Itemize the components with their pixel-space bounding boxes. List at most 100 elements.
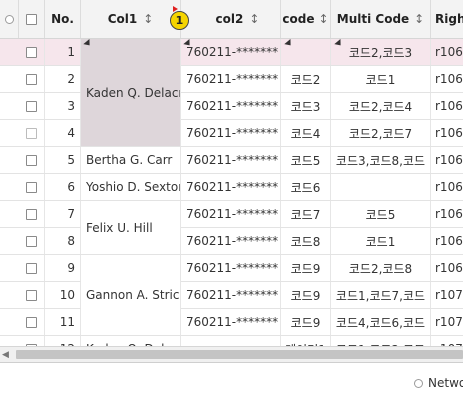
header-no[interactable]: No. <box>45 0 81 38</box>
table-row[interactable]: 5 760211-*******코드5코드3,코드8,코드r1065 <box>0 147 463 174</box>
col2-cell[interactable]: 760211-******* <box>181 201 281 227</box>
row-checkbox[interactable] <box>26 208 37 220</box>
code-cell[interactable]: 코드9 <box>281 309 331 335</box>
multi-code-cell[interactable]: 코드1 <box>331 66 431 92</box>
row-checkbox[interactable] <box>26 316 37 328</box>
col2-cell[interactable] <box>181 336 281 346</box>
multi-code-cell[interactable]: 코드2,코드8 <box>331 255 431 281</box>
header-code[interactable]: code ↕ <box>281 0 331 38</box>
code-cell[interactable]: 코드9 <box>281 282 331 308</box>
multi-code-cell[interactable]: 코드5 <box>331 201 431 227</box>
scroll-left-arrow-icon[interactable]: ◀ <box>2 350 9 360</box>
table-row[interactable]: 9 760211-*******코드9코드2,코드8r1069 <box>0 255 463 282</box>
row-checkbox[interactable] <box>26 262 37 274</box>
row-checkbox[interactable] <box>26 289 37 301</box>
table-row[interactable]: 6 760211-*******코드6 r1066 <box>0 174 463 201</box>
col1-name-cell[interactable]: Kaden Q. Delacruz <box>81 336 181 346</box>
col2-cell[interactable]: 760211-******* <box>181 255 281 281</box>
code-cell[interactable]: 데이터1 <box>281 336 331 346</box>
row-checkbox[interactable] <box>26 181 37 193</box>
multi-code-cell[interactable]: 코드1,코드2,코드 <box>331 336 431 346</box>
sort-arrows-icon[interactable]: ↕ <box>249 12 259 26</box>
multi-code-cell[interactable]: 코드4,코드6,코드 <box>331 309 431 335</box>
right-cell[interactable]: r1064 <box>431 120 463 146</box>
row-checkbox[interactable] <box>26 73 37 85</box>
table-row[interactable]: 4 760211-*******코드4코드2,코드7r1064 <box>0 120 463 147</box>
col1-name-cell[interactable]: Felix U. Hill <box>81 201 181 255</box>
horizontal-scrollbar[interactable]: ◀ <box>0 346 463 362</box>
right-cell[interactable]: r1063 <box>431 93 463 119</box>
row-checkbox[interactable] <box>26 127 37 139</box>
right-cell[interactable]: r1067 <box>431 201 463 227</box>
col2-cell[interactable]: 760211-******* <box>181 66 281 92</box>
col2-cell[interactable]: 760211-******* <box>181 147 281 173</box>
table-row[interactable]: 1 760211-******* 코드2,코드3r1061 <box>0 39 463 66</box>
sort-arrows-icon[interactable]: ↕ <box>143 12 153 26</box>
code-cell[interactable]: 코드3 <box>281 93 331 119</box>
row-checkbox[interactable] <box>26 100 37 112</box>
right-cell[interactable]: r1066 <box>431 174 463 200</box>
sort-arrows-icon[interactable]: ↕ <box>414 12 424 26</box>
multi-code-cell[interactable]: 코드1 <box>331 228 431 254</box>
right-cell[interactable]: r1062 <box>431 66 463 92</box>
table-row[interactable]: 12 데이터1코드1,코드2,코드r1072 <box>0 336 463 346</box>
col2-cell[interactable]: 760211-******* <box>181 309 281 335</box>
row-checkbox-cell <box>19 336 45 346</box>
table-row[interactable]: 10 760211-*******코드9코드1,코드7,코드r1070 <box>0 282 463 309</box>
right-cell[interactable]: r1071 <box>431 309 463 335</box>
header-multi-code[interactable]: Multi Code ↕ <box>331 0 431 38</box>
header-select-all-cell <box>19 0 45 38</box>
header-radio-cell <box>0 0 19 38</box>
row-checkbox[interactable] <box>26 46 37 58</box>
multi-code-cell[interactable]: 코드1,코드7,코드 <box>331 282 431 308</box>
code-cell[interactable]: 코드8 <box>281 228 331 254</box>
network-radio[interactable] <box>414 378 423 388</box>
sort-arrows-icon[interactable]: ↕ <box>319 12 329 26</box>
multi-code-cell[interactable]: 코드2,코드4 <box>331 93 431 119</box>
network-option[interactable]: Network <box>414 376 463 390</box>
multi-code-cell[interactable]: 코드2,코드3 <box>331 39 431 65</box>
row-checkbox-cell <box>19 120 45 146</box>
header-col2[interactable]: col2 ↕ <box>181 0 281 38</box>
header-right[interactable]: Righ <box>431 0 463 38</box>
table-row[interactable]: 3 760211-*******코드3코드2,코드4r1063 <box>0 93 463 120</box>
col1-name-cell[interactable]: Kaden Q. Delacruz <box>81 39 181 147</box>
col2-cell[interactable]: 760211-******* <box>181 282 281 308</box>
scroll-thumb[interactable] <box>16 350 463 359</box>
col1-name-cell[interactable]: Gannon A. Strickland <box>81 255 181 336</box>
table-row[interactable]: 7 760211-*******코드7코드5r1067 <box>0 201 463 228</box>
row-number: 2 <box>45 66 81 92</box>
table-row[interactable]: 8 760211-*******코드8코드1r1068 <box>0 228 463 255</box>
col2-cell[interactable]: 760211-******* <box>181 228 281 254</box>
code-cell[interactable]: 코드6 <box>281 174 331 200</box>
code-cell[interactable]: 코드4 <box>281 120 331 146</box>
multi-code-cell[interactable]: 코드3,코드8,코드 <box>331 147 431 173</box>
col1-name-cell[interactable]: Yoshio D. Sexton <box>81 174 181 201</box>
right-cell[interactable]: r1061 <box>431 39 463 65</box>
right-cell[interactable]: r1072 <box>431 336 463 346</box>
multi-code-cell[interactable] <box>331 174 431 200</box>
multi-code-cell[interactable]: 코드2,코드7 <box>331 120 431 146</box>
col2-cell[interactable]: 760211-******* <box>181 120 281 146</box>
row-number: 12 <box>45 336 81 346</box>
col2-cell[interactable]: 760211-******* <box>181 93 281 119</box>
code-cell[interactable]: 코드5 <box>281 147 331 173</box>
right-cell[interactable]: r1070 <box>431 282 463 308</box>
row-checkbox[interactable] <box>26 235 37 247</box>
right-cell[interactable]: r1068 <box>431 228 463 254</box>
select-all-checkbox[interactable] <box>26 13 37 25</box>
code-cell[interactable]: 코드9 <box>281 255 331 281</box>
code-cell[interactable]: 코드7 <box>281 201 331 227</box>
code-cell[interactable]: 코드2 <box>281 66 331 92</box>
row-checkbox[interactable] <box>26 154 37 166</box>
col1-name-cell[interactable]: Bertha G. Carr <box>81 147 181 174</box>
table-row[interactable]: 11 760211-*******코드9코드4,코드6,코드r1071 <box>0 309 463 336</box>
header-col1[interactable]: Col1 ↕ <box>81 0 181 38</box>
col2-cell[interactable]: 760211-******* <box>181 39 281 65</box>
table-row[interactable]: 2 760211-*******코드2코드1r1062 <box>0 66 463 93</box>
right-cell[interactable]: r1069 <box>431 255 463 281</box>
header-radio[interactable] <box>4 14 14 24</box>
col2-cell[interactable]: 760211-******* <box>181 174 281 200</box>
right-cell[interactable]: r1065 <box>431 147 463 173</box>
row-checkbox-cell <box>19 147 45 173</box>
